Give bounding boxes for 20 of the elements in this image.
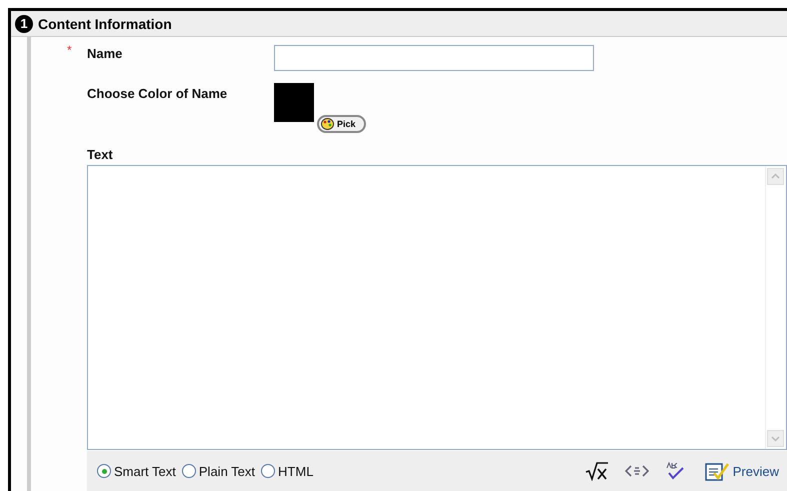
preview-link[interactable]: Preview	[704, 461, 779, 481]
format-radio[interactable]: HTML	[261, 464, 314, 478]
scroll-bar[interactable]	[765, 166, 786, 449]
format-radio[interactable]: Smart Text	[97, 464, 176, 478]
preview-icon	[704, 461, 729, 481]
section-title: Content Information	[38, 16, 172, 32]
step-number: 1	[15, 14, 33, 32]
palette-icon	[321, 118, 334, 130]
name-input-field[interactable]	[274, 45, 594, 71]
scroll-up-icon[interactable]	[767, 168, 784, 185]
square-root-icon[interactable]	[584, 461, 609, 481]
text-label: Text	[87, 146, 114, 164]
field-label: Choose Color of Name	[87, 85, 228, 103]
field-label: Name	[87, 45, 124, 63]
text-area-field[interactable]	[87, 165, 787, 450]
pick-button[interactable]: Pick	[317, 115, 366, 133]
required-asterisk: *	[67, 43, 72, 57]
code-arrows-icon[interactable]	[624, 464, 649, 478]
scroll-down-icon[interactable]	[767, 430, 784, 447]
format-radio[interactable]: Plain Text	[182, 464, 256, 478]
